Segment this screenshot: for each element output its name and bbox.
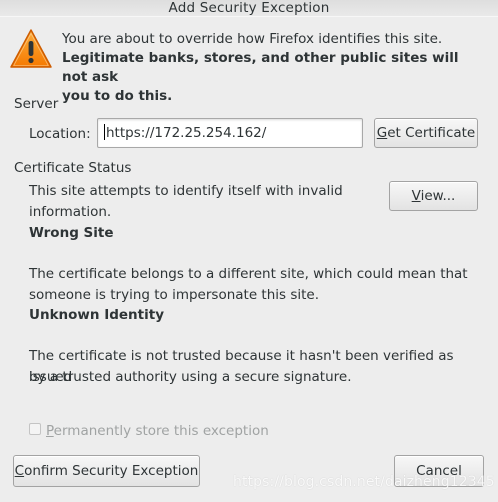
warning-message-line3: you to do this. — [62, 88, 173, 104]
add-security-exception-dialog: Add Security Exception You are about to … — [0, 0, 498, 502]
permanent-exception-label: Permanently store this exception — [46, 421, 269, 441]
text-caret — [104, 124, 105, 140]
status-intro-line2: information. — [29, 204, 112, 220]
warning-message-line2: Legitimate banks, stores, and other publ… — [62, 50, 459, 85]
permanent-exception-checkbox[interactable] — [29, 423, 41, 435]
view-mnemonic: V — [411, 188, 421, 204]
permanent-label-rest: ermanently store this exception — [53, 423, 269, 439]
get-certificate-mnemonic: G — [376, 125, 388, 141]
issue-wrong-site-title: Wrong Site — [29, 225, 114, 241]
confirm-mnemonic: C — [14, 463, 25, 479]
status-intro-line1: This site attempts to identify itself wi… — [29, 183, 343, 199]
get-certificate-button[interactable]: Get Certificate — [374, 118, 478, 148]
certificate-status-heading: Certificate Status — [14, 160, 132, 176]
permanent-mnemonic: P — [46, 423, 54, 439]
location-input[interactable]: https://172.25.254.162/ — [97, 118, 363, 148]
issue-unknown-identity-line2: by a trusted authority using a secure si… — [29, 369, 352, 385]
confirm-security-exception-button[interactable]: Confirm Security Exception — [13, 455, 200, 487]
issue-unknown-identity-title: Unknown Identity — [29, 307, 165, 323]
warning-message-line1: You are about to override how Firefox id… — [62, 31, 443, 47]
issue-wrong-site-line2: someone is trying to impersonate this si… — [29, 287, 320, 303]
confirm-label: onfirm Security Exception — [24, 463, 199, 479]
view-certificate-button[interactable]: View... — [389, 181, 478, 211]
watermark-text: https://blog.csdn.net/daizheng12345 — [233, 474, 495, 490]
window-titlebar[interactable]: Add Security Exception — [0, 0, 498, 16]
get-certificate-label: et Certificate — [387, 125, 476, 141]
titlebar-divider — [0, 16, 498, 17]
window-title: Add Security Exception — [168, 0, 330, 16]
issue-wrong-site-line1: The certificate belongs to a different s… — [29, 266, 468, 282]
warning-triangle-icon — [10, 29, 52, 68]
location-label: Location: — [29, 126, 91, 142]
warning-message: You are about to override how Firefox id… — [62, 30, 472, 106]
location-input-value: https://172.25.254.162/ — [106, 125, 267, 141]
server-heading: Server — [14, 96, 59, 112]
view-label: iew... — [420, 188, 456, 204]
